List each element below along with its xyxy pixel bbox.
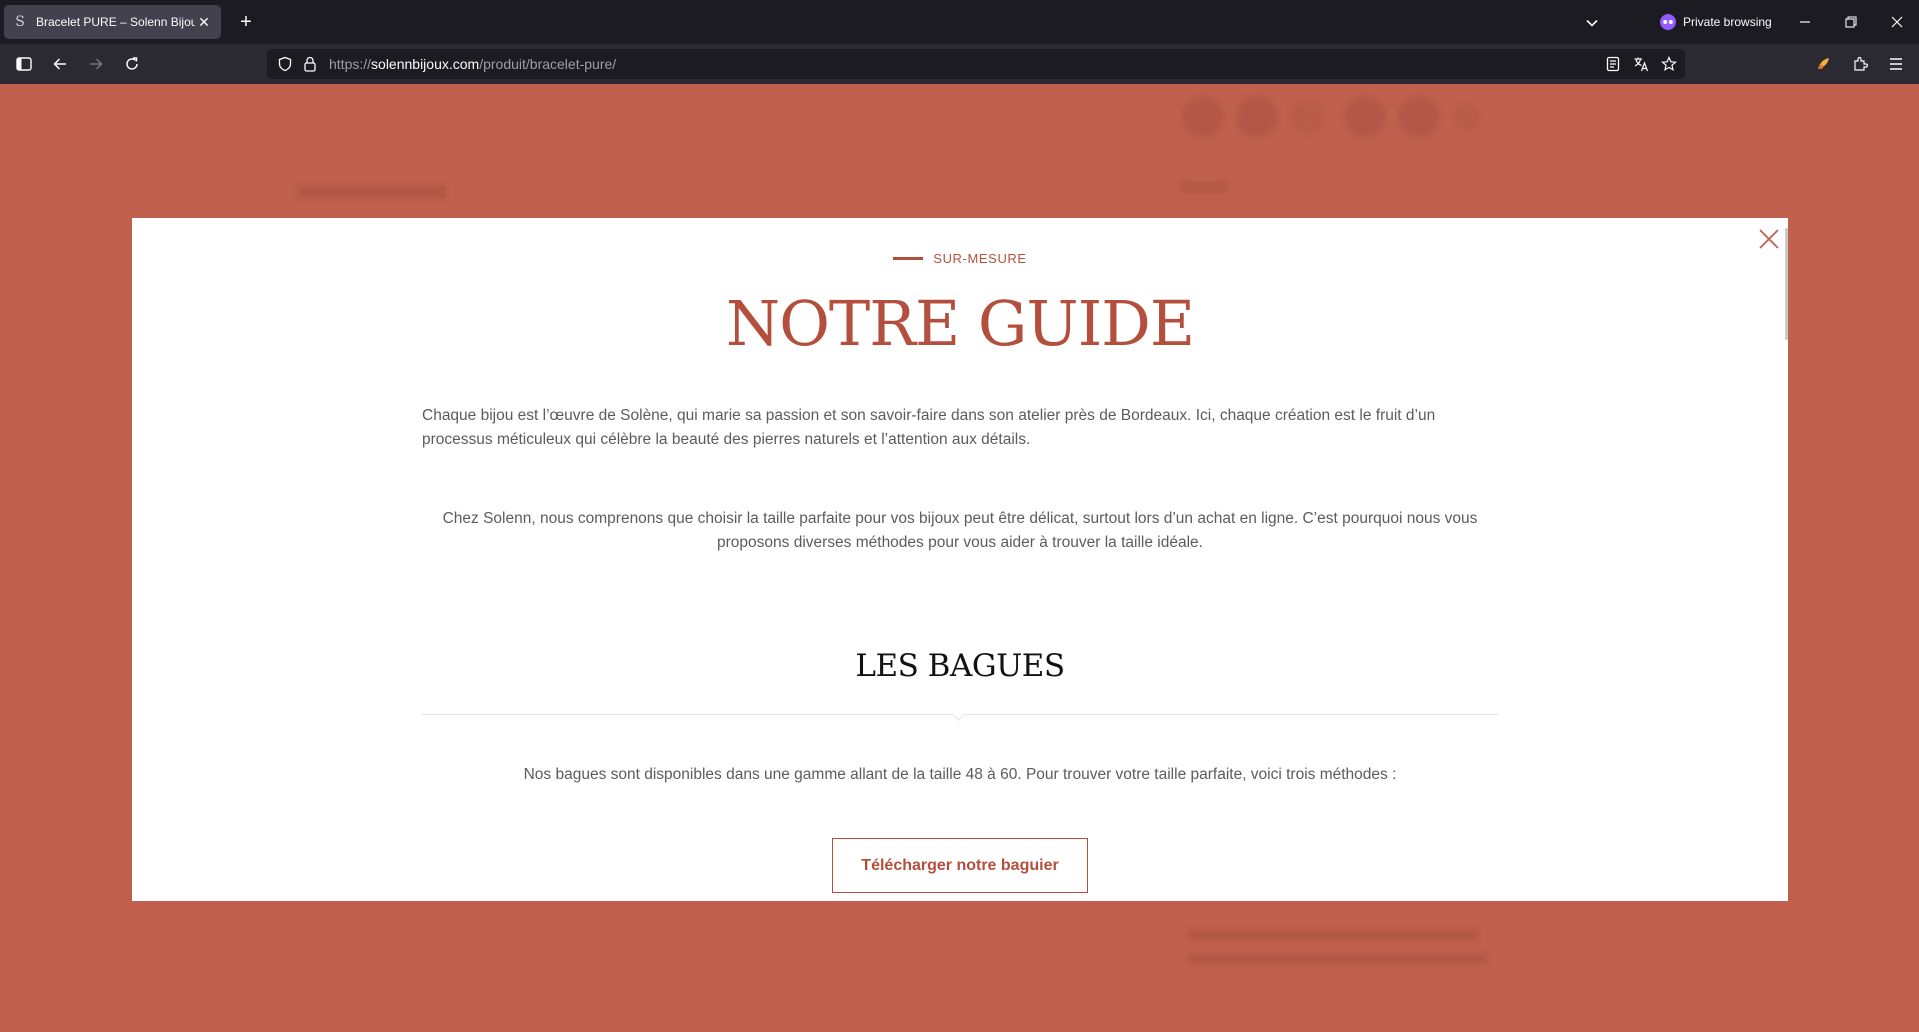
shield-icon[interactable]: [275, 54, 295, 74]
eyebrow-text: SUR-MESURE: [933, 251, 1027, 266]
new-tab-button[interactable]: +: [234, 10, 258, 34]
sidebar-icon[interactable]: [12, 52, 36, 76]
lock-icon[interactable]: [300, 54, 320, 74]
tab-close-icon[interactable]: ✕: [195, 13, 213, 31]
url-path: /produit/bracelet-pure/: [479, 56, 617, 72]
background-thumbnail: [1236, 96, 1278, 138]
background-text-line: [1180, 182, 1228, 192]
tab-active[interactable]: S Bracelet PURE – Solenn Bijoux ✕: [4, 5, 221, 39]
tab-title: Bracelet PURE – Solenn Bijoux: [36, 15, 195, 29]
background-thumbnail: [1344, 96, 1386, 138]
section-title-rings: LES BAGUES: [855, 648, 1065, 684]
tab-bar: S Bracelet PURE – Solenn Bijoux ✕ + Priv…: [0, 0, 1919, 44]
intro-paragraph: Chaque bijou est l’œuvre de Solène, qui …: [422, 407, 1436, 448]
reload-icon[interactable]: [120, 52, 144, 76]
bookmark-star-icon[interactable]: [1659, 54, 1679, 74]
private-browsing-icon: [1660, 14, 1676, 30]
site-favicon-icon: S: [15, 14, 25, 30]
tab-list-chevron-icon[interactable]: [1580, 11, 1604, 35]
translate-icon[interactable]: [1631, 54, 1651, 74]
modal-close-icon[interactable]: [1756, 226, 1782, 252]
background-text-line: [1188, 930, 1478, 940]
back-icon[interactable]: [48, 52, 72, 76]
url-bar[interactable]: https://solennbijoux.com/produit/bracele…: [267, 49, 1685, 79]
background-thumbnail: [1290, 100, 1324, 134]
page-title: NOTRE GUIDE: [725, 287, 1195, 360]
section-divider-notch: [952, 708, 965, 721]
rings-paragraph: Nos bagues sont disponibles dans une gam…: [523, 766, 1397, 783]
eyebrow-label: SUR-MESURE: [132, 251, 1788, 266]
url-prefix: https://: [329, 56, 372, 72]
menu-icon[interactable]: [1884, 52, 1908, 76]
background-thumbnail: [1182, 96, 1224, 138]
sizing-paragraph: Chez Solenn, nous comprenons que choisir…: [442, 510, 1478, 551]
reader-view-icon[interactable]: [1603, 54, 1623, 74]
background-thumbnail: [1454, 104, 1480, 130]
navigation-toolbar: https://solennbijoux.com/produit/bracele…: [0, 44, 1919, 84]
eyebrow-line: [893, 257, 924, 260]
forward-icon[interactable]: [84, 52, 108, 76]
private-browsing-indicator: Private browsing: [1660, 11, 1772, 33]
background-thumbnail: [1398, 96, 1440, 138]
extension-badge-icon[interactable]: [1812, 52, 1836, 76]
url-host: solennbijoux.com: [371, 56, 480, 72]
background-text-line: [1188, 954, 1488, 964]
extensions-icon[interactable]: [1848, 52, 1872, 76]
background-text-line: [296, 186, 446, 198]
size-guide-modal: SUR-MESURE NOTRE GUIDE Chaque bijou est …: [132, 218, 1788, 901]
private-browsing-label: Private browsing: [1683, 15, 1772, 29]
restore-icon[interactable]: [1836, 8, 1866, 36]
minimize-icon[interactable]: [1790, 8, 1820, 36]
window-close-icon[interactable]: [1882, 8, 1912, 36]
url-text[interactable]: https://solennbijoux.com/produit/bracele…: [329, 49, 616, 79]
download-ring-sizer-button[interactable]: Télécharger notre baguier: [832, 838, 1088, 893]
